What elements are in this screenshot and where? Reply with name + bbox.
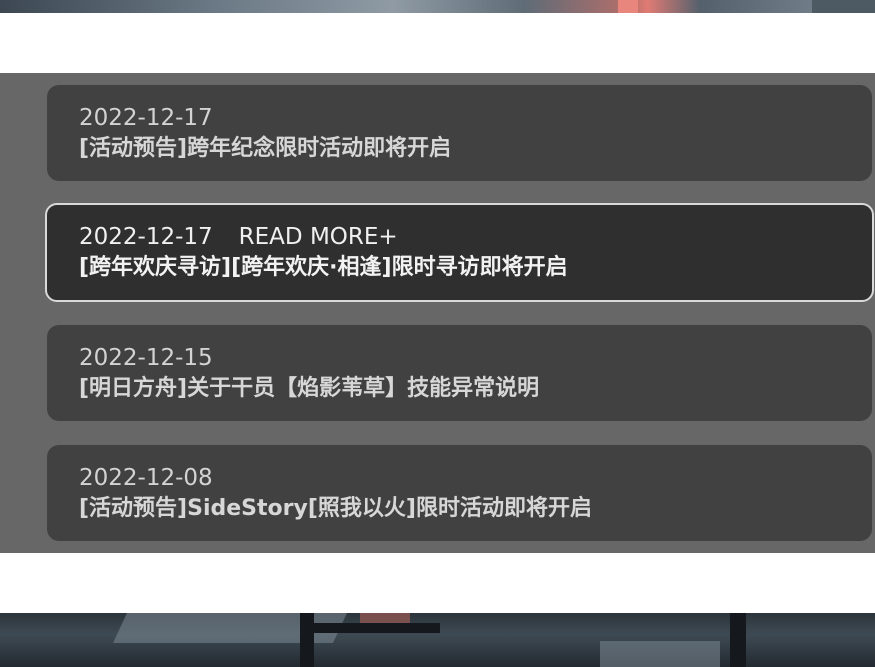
news-date: 2022-12-15	[79, 345, 213, 371]
news-item[interactable]: 2022-12-08 [活动预告]SideStory[照我以火]限时活动即将开启	[47, 445, 872, 541]
banner-beam	[730, 613, 746, 667]
news-list: 2022-12-17 [活动预告]跨年纪念限时活动即将开启 2022-12-17…	[0, 73, 875, 553]
banner-accent	[812, 0, 875, 13]
news-item[interactable]: 2022-12-15 [明日方舟]关于干员【焰影苇草】技能异常说明	[47, 325, 872, 421]
news-title[interactable]: [活动预告]跨年纪念限时活动即将开启	[79, 134, 872, 164]
banner-highlight	[600, 641, 720, 667]
news-date: 2022-12-17	[79, 105, 213, 131]
banner-beam	[300, 623, 440, 633]
news-date-row: 2022-12-17	[79, 102, 872, 134]
news-item-active[interactable]: 2022-12-17 READ MORE+ [跨年欢庆寻访][跨年欢庆·相逢]限时…	[45, 203, 874, 302]
read-more-link[interactable]: READ MORE+	[239, 224, 398, 250]
news-title[interactable]: [明日方舟]关于干员【焰影苇草】技能异常说明	[79, 374, 872, 404]
news-title[interactable]: [跨年欢庆寻访][跨年欢庆·相逢]限时寻访即将开启	[79, 253, 872, 283]
banner-beam	[300, 613, 314, 667]
news-date-row: 2022-12-17 READ MORE+	[79, 221, 872, 253]
news-date: 2022-12-08	[79, 465, 213, 491]
top-banner-artwork	[0, 0, 875, 13]
news-date-row: 2022-12-08	[79, 462, 872, 494]
news-item[interactable]: 2022-12-17 [活动预告]跨年纪念限时活动即将开启	[47, 85, 872, 181]
news-date-row: 2022-12-15	[79, 342, 872, 374]
banner-accent	[618, 0, 638, 13]
news-title[interactable]: [活动预告]SideStory[照我以火]限时活动即将开启	[79, 494, 872, 524]
bottom-banner-artwork	[0, 613, 875, 667]
news-date: 2022-12-17	[79, 224, 213, 250]
